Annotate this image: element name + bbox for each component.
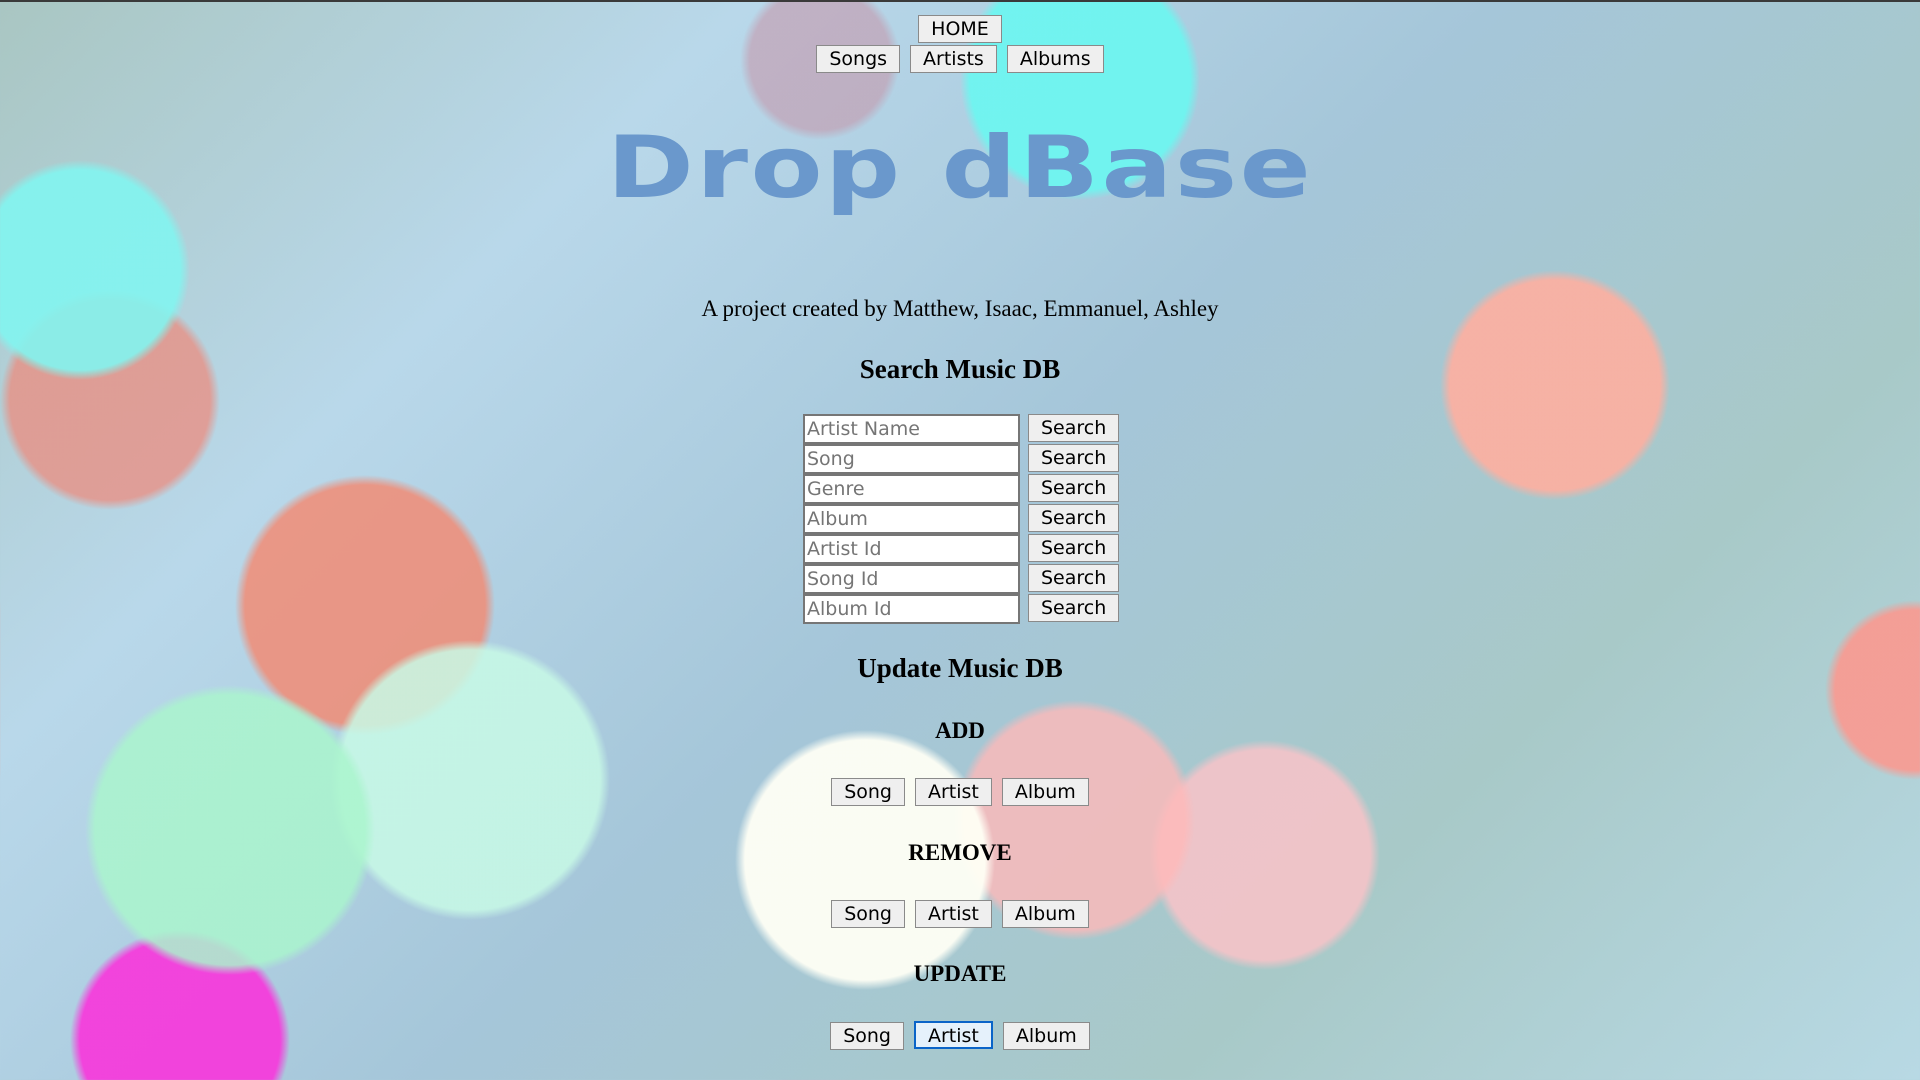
song-input[interactable]	[803, 444, 1020, 474]
main-nav-row: Songs Artists Albums	[0, 45, 1920, 73]
search-row-song-id: Search	[803, 564, 1123, 594]
nav-albums-button[interactable]: Albums	[1006, 45, 1104, 73]
search-song-button[interactable]: Search	[1028, 444, 1120, 472]
add-heading: ADD	[935, 718, 985, 743]
update-artist-button[interactable]: Artist	[914, 1021, 993, 1049]
search-form: Search Search Search Search Search Searc…	[803, 414, 1123, 624]
update-subheading: UPDATE	[913, 961, 1007, 986]
nav-songs-button[interactable]: Songs	[816, 45, 901, 73]
search-genre-button[interactable]: Search	[1028, 474, 1120, 502]
search-artist-name-button[interactable]: Search	[1028, 414, 1120, 442]
artist-name-input[interactable]	[803, 414, 1020, 444]
search-album-id-button[interactable]: Search	[1028, 594, 1120, 622]
nav-artists-button[interactable]: Artists	[910, 45, 997, 73]
project-credits: A project created by Matthew, Isaac, Emm…	[701, 296, 1219, 321]
artist-id-input[interactable]	[803, 534, 1020, 564]
update-heading: Update Music DB	[857, 653, 1063, 683]
genre-input[interactable]	[803, 474, 1020, 504]
add-button-group: Song Artist Album	[0, 778, 1920, 806]
update-album-button[interactable]: Album	[1002, 1022, 1090, 1050]
site-title: Drop dBase	[606, 118, 1314, 218]
search-heading: Search Music DB	[859, 354, 1061, 384]
update-button-group: Song Artist Album	[0, 1021, 1920, 1050]
search-row-artist-id: Search	[803, 534, 1123, 564]
album-input[interactable]	[803, 504, 1020, 534]
album-id-input[interactable]	[803, 594, 1020, 624]
add-song-button[interactable]: Song	[831, 778, 905, 806]
search-album-button[interactable]: Search	[1028, 504, 1120, 532]
remove-song-button[interactable]: Song	[831, 900, 905, 928]
search-row-song: Search	[803, 444, 1123, 474]
search-row-genre: Search	[803, 474, 1123, 504]
search-row-album-id: Search	[803, 594, 1123, 624]
remove-artist-button[interactable]: Artist	[915, 900, 992, 928]
search-row-artist-name: Search	[803, 414, 1123, 444]
home-nav-row: HOME	[0, 15, 1920, 43]
update-song-button[interactable]: Song	[830, 1022, 904, 1050]
song-id-input[interactable]	[803, 564, 1020, 594]
add-artist-button[interactable]: Artist	[915, 778, 992, 806]
home-button[interactable]: HOME	[918, 15, 1002, 43]
remove-button-group: Song Artist Album	[0, 900, 1920, 928]
window-top-border	[0, 0, 1920, 2]
search-artist-id-button[interactable]: Search	[1028, 534, 1120, 562]
search-row-album: Search	[803, 504, 1123, 534]
remove-album-button[interactable]: Album	[1001, 900, 1089, 928]
search-song-id-button[interactable]: Search	[1028, 564, 1120, 592]
add-album-button[interactable]: Album	[1001, 778, 1089, 806]
remove-heading: REMOVE	[908, 840, 1012, 865]
